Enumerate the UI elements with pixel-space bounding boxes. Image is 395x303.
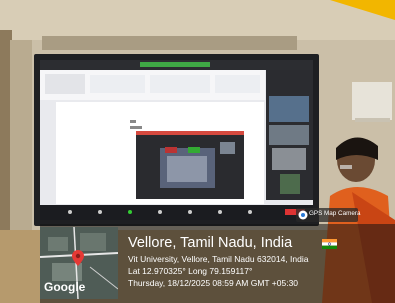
coords-line: Lat 12.970325° Long 79.159117°	[128, 266, 253, 276]
app-badge-label: GPS Map Camera	[309, 210, 361, 217]
map-pin-icon	[72, 250, 84, 266]
map-google-label: Google	[44, 280, 86, 294]
camera-pin-icon	[298, 210, 308, 220]
photo-scene: Google GPS Map Camera Vellore, Tamil Nad…	[0, 0, 395, 303]
city-line: Vellore, Tamil Nadu, India	[128, 235, 293, 251]
address-line: Vit University, Vellore, Tamil Nadu 6320…	[128, 254, 309, 264]
india-flag-icon	[322, 239, 337, 249]
datetime-line: Thursday, 18/12/2025 08:59 AM GMT +05:30	[128, 278, 299, 288]
